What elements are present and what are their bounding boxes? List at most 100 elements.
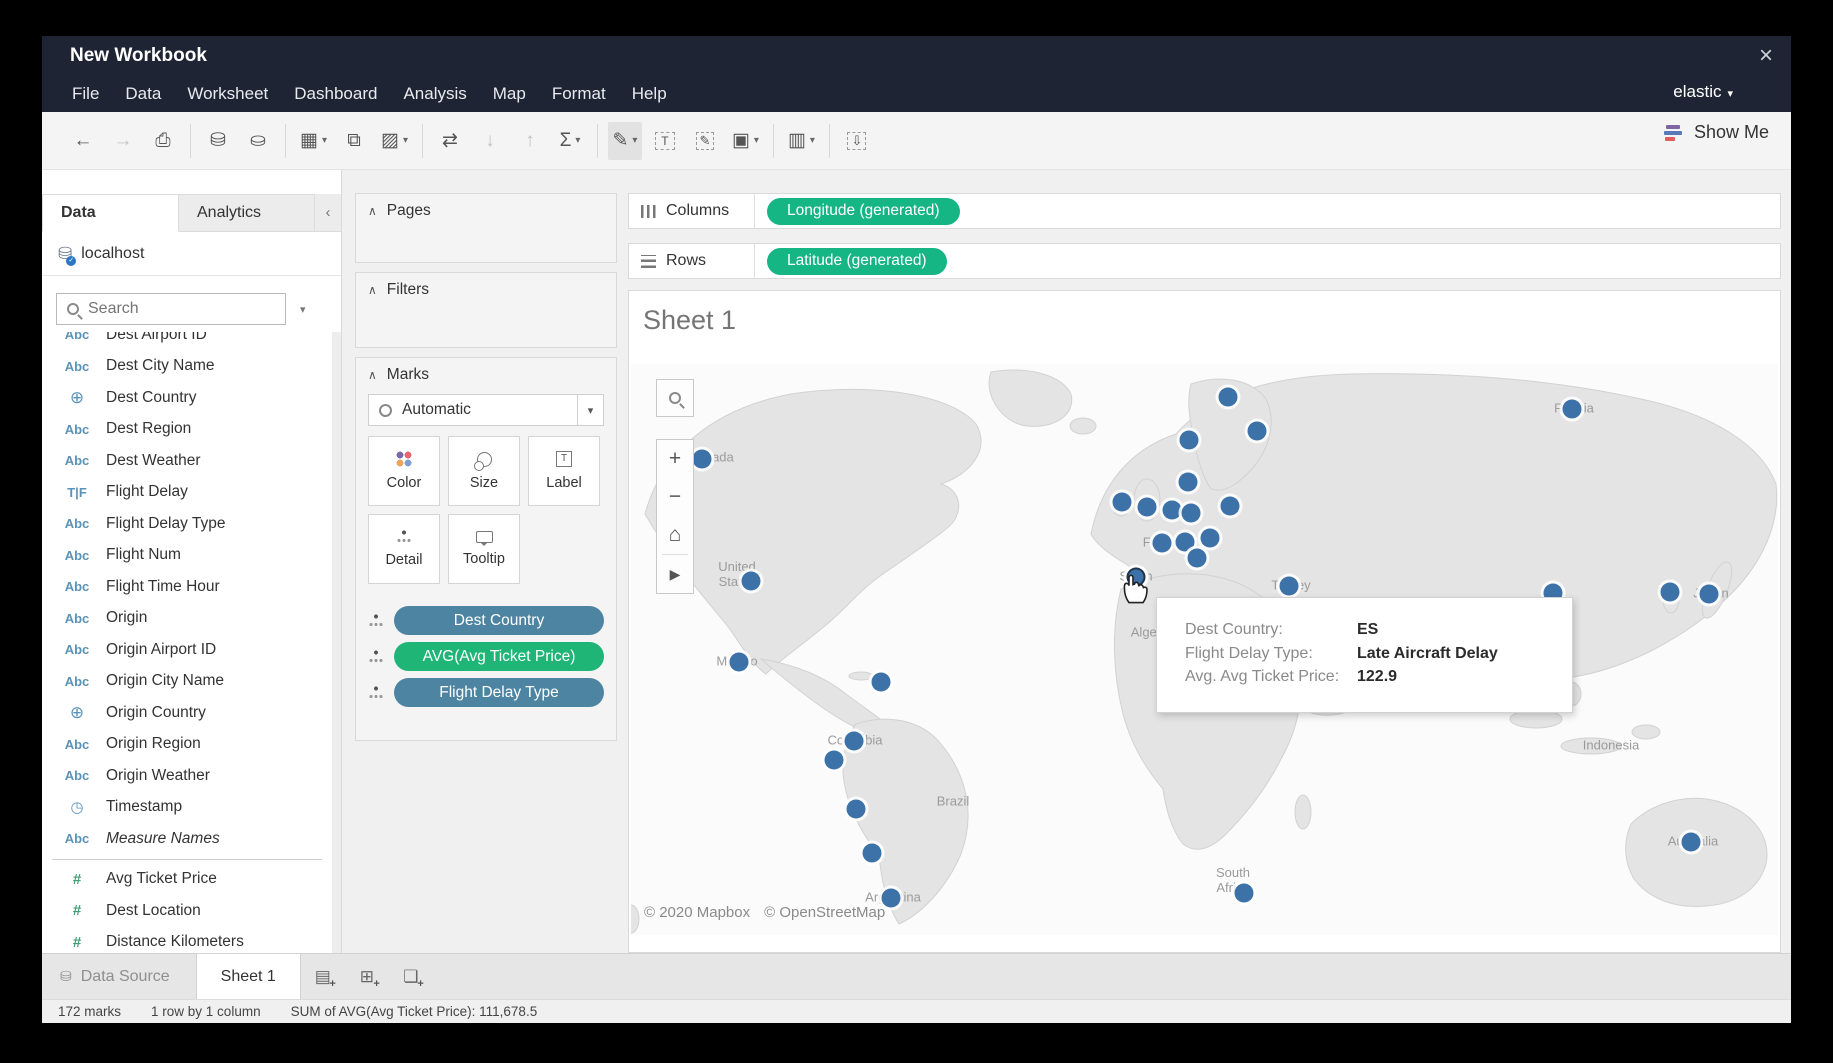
map-mark-japan[interactable]: [1700, 585, 1719, 604]
show-hide-cards-button[interactable]: ▥▾: [784, 122, 819, 160]
menu-item-data[interactable]: Data: [125, 84, 161, 104]
field-dest-city-name[interactable]: AbcDest City Name: [42, 351, 332, 383]
map-mark-france[interactable]: [1153, 534, 1172, 553]
field-timestamp[interactable]: ◷Timestamp: [42, 792, 332, 824]
field-dest-country[interactable]: ⊕Dest Country: [42, 382, 332, 414]
map-mark-sweden[interactable]: [1219, 388, 1238, 407]
chevron-down-icon[interactable]: ▾: [577, 395, 603, 425]
field-dest-location[interactable]: #Dest Location: [42, 895, 332, 927]
map-mark-russia[interactable]: [1563, 400, 1582, 419]
menu-item-worksheet[interactable]: Worksheet: [187, 84, 268, 104]
size-button[interactable]: Size: [448, 436, 520, 506]
user-menu[interactable]: elastic▾: [1673, 82, 1733, 102]
pill-longitude[interactable]: Longitude (generated): [767, 198, 960, 225]
new-data-source-button[interactable]: ⛁: [201, 122, 235, 160]
new-worksheet-tab-button[interactable]: ▤+: [301, 954, 345, 999]
color-button[interactable]: Color: [368, 436, 440, 506]
new-dashboard-tab-button[interactable]: ⊞+: [345, 954, 389, 999]
columns-shelf[interactable]: Columns Longitude (generated): [628, 193, 1781, 229]
detail-button[interactable]: Detail: [368, 514, 440, 584]
field-dest-weather[interactable]: AbcDest Weather: [42, 445, 332, 477]
clear-sheet-button[interactable]: ▨▾: [377, 122, 412, 160]
search-box[interactable]: [56, 293, 286, 325]
menu-item-help[interactable]: Help: [632, 84, 667, 104]
map-mark-south-korea[interactable]: [1661, 583, 1680, 602]
field-origin[interactable]: AbcOrigin: [42, 603, 332, 635]
map-view[interactable]: + − ⌂ ▶ CanadaUnited StatesMexicoColombi…: [631, 364, 1778, 935]
map-mark-ireland[interactable]: [1113, 493, 1132, 512]
menu-item-format[interactable]: Format: [552, 84, 606, 104]
collapse-icon[interactable]: ∧: [368, 368, 377, 382]
pill-avg-avg-ticket-price-[interactable]: AVG(Avg Ticket Price): [394, 642, 604, 671]
undo-button[interactable]: ←: [66, 122, 100, 160]
rows-shelf[interactable]: Rows Latitude (generated): [628, 243, 1781, 279]
collapse-icon[interactable]: ∧: [368, 204, 377, 218]
menu-item-dashboard[interactable]: Dashboard: [294, 84, 377, 104]
filters-card[interactable]: ∧Filters: [355, 272, 617, 348]
pill-dest-country[interactable]: Dest Country: [394, 606, 604, 635]
tab-data-source[interactable]: ⛁ Data Source: [42, 954, 196, 999]
map-mark-norway[interactable]: [1180, 431, 1199, 450]
pages-card[interactable]: ∧Pages: [355, 193, 617, 263]
highlight-button[interactable]: ✎▾: [608, 122, 642, 160]
menu-item-file[interactable]: File: [72, 84, 99, 104]
field-list-scrollbar[interactable]: [332, 332, 341, 953]
field-dest-region[interactable]: AbcDest Region: [42, 414, 332, 446]
tab-data[interactable]: Data: [42, 194, 179, 232]
new-worksheet-button[interactable]: ▦▾: [296, 122, 331, 160]
zoom-in-button[interactable]: +: [656, 440, 694, 478]
menu-item-analysis[interactable]: Analysis: [403, 84, 466, 104]
pill-flight-delay-type[interactable]: Flight Delay Type: [394, 678, 604, 707]
field-measure-names[interactable]: AbcMeasure Names: [42, 823, 332, 855]
close-icon[interactable]: ×: [1759, 45, 1773, 67]
map-mark-poland[interactable]: [1221, 497, 1240, 516]
field-flight-time-hour[interactable]: AbcFlight Time Hour: [42, 571, 332, 603]
zoom-out-button[interactable]: −: [656, 478, 694, 516]
field-avg-ticket-price[interactable]: #Avg Ticket Price: [42, 864, 332, 896]
presentation-mode-button[interactable]: ⇩: [840, 122, 874, 160]
map-mark-chile[interactable]: [863, 844, 882, 863]
label-button[interactable]: TLabel: [528, 436, 600, 506]
map-search-button[interactable]: [656, 379, 694, 417]
pause-auto-updates-button[interactable]: ⛀: [241, 122, 275, 160]
totals-button[interactable]: Σ▾: [553, 122, 587, 160]
mapbox-attribution[interactable]: © 2020 Mapbox: [644, 904, 750, 921]
field-origin-region[interactable]: AbcOrigin Region: [42, 729, 332, 761]
field-dest-airport-id[interactable]: AbcDest Airport ID: [42, 332, 332, 351]
map-mark-peru[interactable]: [847, 800, 866, 819]
map-mark-south-africa[interactable]: [1235, 884, 1254, 903]
map-home-button[interactable]: ⌂: [656, 516, 694, 554]
map-mark-germany[interactable]: [1182, 504, 1201, 523]
text-label-button[interactable]: T: [648, 122, 682, 160]
map-mark-caribbean[interactable]: [872, 673, 891, 692]
search-options-icon[interactable]: ▾: [300, 303, 306, 316]
map-mark-finland[interactable]: [1248, 422, 1267, 441]
map-mark-turkey[interactable]: [1280, 577, 1299, 596]
tab-sheet1[interactable]: Sheet 1: [196, 954, 301, 999]
map-mark-mexico[interactable]: [730, 653, 749, 672]
fix-axes-button[interactable]: ✎: [688, 122, 722, 160]
map-mark-australia[interactable]: [1682, 833, 1701, 852]
field-origin-airport-id[interactable]: AbcOrigin Airport ID: [42, 634, 332, 666]
field-flight-delay[interactable]: T|FFlight Delay: [42, 477, 332, 509]
map-mark-austria[interactable]: [1201, 529, 1220, 548]
pill-latitude[interactable]: Latitude (generated): [767, 248, 947, 275]
collapse-icon[interactable]: ∧: [368, 283, 377, 297]
map-mark-colombia[interactable]: [845, 732, 864, 751]
map-mark-ecuador[interactable]: [825, 751, 844, 770]
tooltip-button[interactable]: Tooltip: [448, 514, 520, 584]
swap-rows-columns-button[interactable]: ⇄: [433, 122, 467, 160]
search-input[interactable]: [88, 300, 248, 318]
map-mark-united-kingdom[interactable]: [1138, 498, 1157, 517]
map-mark-denmark[interactable]: [1179, 473, 1198, 492]
collapse-panel-icon[interactable]: ‹: [315, 194, 341, 232]
map-mark-canada[interactable]: [693, 450, 712, 469]
map-mark-italy[interactable]: [1188, 549, 1207, 568]
save-button[interactable]: ⎙: [146, 122, 180, 160]
map-expand-button[interactable]: ▶: [656, 555, 694, 593]
field-origin-city-name[interactable]: AbcOrigin City Name: [42, 666, 332, 698]
duplicate-button[interactable]: ⧉: [337, 122, 371, 160]
menu-item-map[interactable]: Map: [493, 84, 526, 104]
connection-row[interactable]: ⛁✓ localhost: [42, 232, 341, 276]
field-flight-num[interactable]: AbcFlight Num: [42, 540, 332, 572]
